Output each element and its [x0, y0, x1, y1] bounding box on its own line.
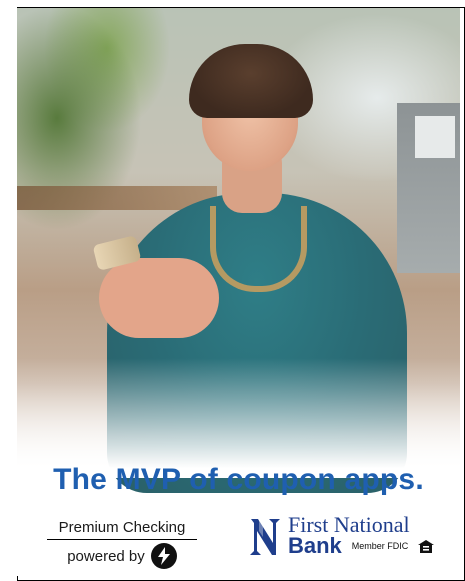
premium-checking-badge: Premium Checking powered by [47, 519, 197, 569]
window-light [415, 116, 455, 158]
necklace [210, 206, 307, 292]
advertisement[interactable]: The MVP of coupon apps. Premium Checking… [17, 8, 460, 576]
ad-headline: The MVP of coupon apps. [53, 463, 424, 496]
powered-by-label: powered by [67, 547, 145, 565]
powered-by-row: powered by [47, 543, 197, 569]
member-fdic-label: Member FDIC [351, 541, 409, 551]
bank-name-line2: Bank [288, 533, 342, 558]
photo-fade [17, 358, 460, 478]
hair [189, 44, 313, 118]
bank-name: First National Bank Member FDIC [288, 512, 435, 558]
lightning-bolt-icon [150, 543, 177, 569]
bank-name-line1: First National [288, 512, 410, 537]
equal-housing-lender-icon [418, 539, 435, 553]
woman-with-phone-photo [17, 8, 460, 493]
hands [99, 258, 219, 338]
bank-name-line2-row: Bank Member FDIC [288, 533, 435, 558]
first-national-bank-logo: First National Bank Member FDIC [249, 512, 454, 560]
premium-checking-label: Premium Checking [47, 519, 197, 540]
bank-n-monogram-icon [250, 519, 280, 555]
